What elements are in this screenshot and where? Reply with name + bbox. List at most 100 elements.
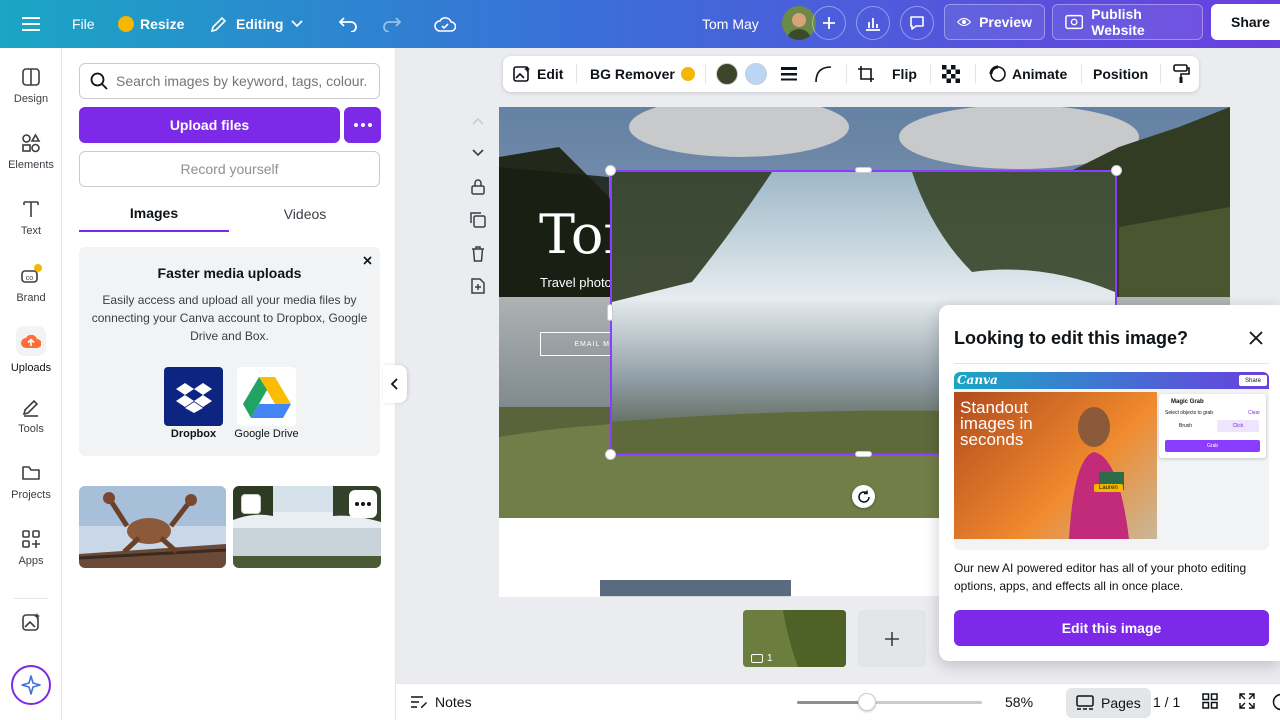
copy-style-button[interactable] [1172,56,1190,92]
tab-videos[interactable]: Videos [230,196,380,232]
bg-remover-button[interactable]: BG Remover [590,56,695,92]
duplicate-icon[interactable] [468,210,488,230]
website-icon [1065,14,1084,30]
upload-more-button[interactable] [344,107,381,143]
position-button[interactable]: Position [1093,56,1148,92]
publish-website-button[interactable]: Publish Website [1052,4,1203,40]
resize-handle-left[interactable] [607,304,613,321]
upload-files-button[interactable]: Upload files [79,107,340,143]
divider [576,64,577,84]
promo-tag: Lauren [1094,484,1123,492]
resize-handle-top-left[interactable] [605,165,616,176]
pages-button[interactable]: Pages [1066,688,1151,718]
upload-thumbnail-lake[interactable] [233,486,381,568]
magic-image-icon [22,613,40,631]
paint-roller-icon [1173,64,1190,83]
apps-icon [22,530,40,548]
editing-mode-button[interactable]: Editing [210,0,304,48]
crown-icon [680,67,695,81]
collapse-panel-button[interactable] [383,365,407,403]
notes-button[interactable]: Notes [410,684,472,720]
promo-click: Click [1217,420,1259,432]
corner-rounding-button[interactable] [814,56,832,92]
thumbnail-more-button[interactable] [349,490,377,518]
comment-button[interactable] [900,6,934,40]
border-style-button[interactable] [780,56,798,92]
undo-icon[interactable] [338,0,358,48]
color-swatch-light-blue[interactable] [745,63,767,85]
search-box [79,63,380,99]
page-thumbnail-1[interactable]: 1 [743,610,846,667]
menu-icon[interactable] [22,0,40,48]
image-edit-icon [513,66,530,82]
insights-button[interactable] [856,6,890,40]
tab-images[interactable]: Images [79,196,229,232]
hero-title[interactable]: Tom May [539,203,790,266]
record-yourself-button[interactable]: Record yourself [79,151,380,187]
google-drive-icon [242,376,291,418]
zoom-slider-fill [797,701,868,704]
upload-thumbnail-lobster[interactable] [79,486,226,568]
grid-view-icon[interactable] [1202,693,1218,714]
crop-button[interactable] [857,56,875,92]
select-checkbox[interactable] [241,494,261,514]
folder-icon [22,466,40,480]
page-counter[interactable]: 1 / 1 [1153,684,1180,720]
flip-button[interactable]: Flip [892,56,917,92]
rail-item-elements[interactable]: Elements [0,122,62,182]
more-icon [353,123,372,127]
hero-subtitle[interactable]: Travel photography [540,275,652,290]
sparkle-icon [21,675,41,695]
move-up-icon[interactable] [468,111,488,131]
rail-item-text[interactable]: Text [0,188,62,248]
transparency-icon [942,65,960,83]
close-icon[interactable] [1247,329,1265,347]
search-input[interactable] [116,73,366,89]
avatar[interactable] [782,6,816,40]
email-me-button[interactable]: EMAIL ME [540,332,650,356]
transparency-button[interactable] [942,56,960,92]
svg-text:co: co [26,275,34,282]
zoom-level[interactable]: 58% [1005,684,1033,720]
google-drive-button[interactable] [237,367,296,426]
lock-icon[interactable] [468,177,488,197]
animate-button[interactable]: Animate [988,56,1067,92]
rail-item-uploads[interactable]: Uploads [0,320,62,380]
resize-handle-top-right[interactable] [1111,165,1122,176]
resize-handle-top[interactable] [855,167,872,173]
trash-icon[interactable] [468,244,488,264]
help-icon[interactable] [1272,693,1280,711]
magic-assistant-button[interactable] [11,665,51,705]
popup-body: Our new AI powered editor has all of you… [954,561,1247,593]
dropbox-button[interactable] [164,367,223,426]
resize-handle-bottom-left[interactable] [605,449,616,460]
rail-item-projects[interactable]: Projects [0,452,62,512]
share-button[interactable]: Share [1211,4,1280,40]
zoom-slider-track[interactable] [797,701,982,704]
rail-item-apps[interactable]: Apps [0,518,62,578]
file-menu[interactable]: File [72,0,95,48]
edit-image-button[interactable]: Edit [513,56,563,92]
eye-icon [957,17,972,27]
cloud-saved-icon[interactable] [434,0,456,48]
rail-item-design[interactable]: Design [0,56,62,116]
redo-icon[interactable] [382,0,402,48]
add-collaborator-button[interactable] [812,6,846,40]
rotate-handle[interactable] [852,485,875,508]
zoom-slider-thumb[interactable] [858,693,877,711]
color-swatch-dark-green[interactable] [716,63,738,85]
pages-icon [1076,695,1094,710]
rail-item-brand[interactable]: co Brand [0,254,62,314]
add-page-button[interactable] [858,610,926,667]
fullscreen-icon[interactable] [1239,693,1255,714]
rail-item-tools[interactable]: Tools [0,386,62,446]
promo-image: Canva Share Standout images in seconds L… [954,372,1269,550]
resize-handle-bottom[interactable] [855,451,872,457]
crop-icon [858,66,874,82]
add-page-icon[interactable] [468,276,488,296]
move-down-icon[interactable] [468,143,488,163]
edit-this-image-button[interactable]: Edit this image [954,610,1269,646]
rail-item-magic-media[interactable] [0,594,62,650]
resize-button[interactable]: Resize [118,0,184,48]
preview-button[interactable]: Preview [944,4,1045,40]
